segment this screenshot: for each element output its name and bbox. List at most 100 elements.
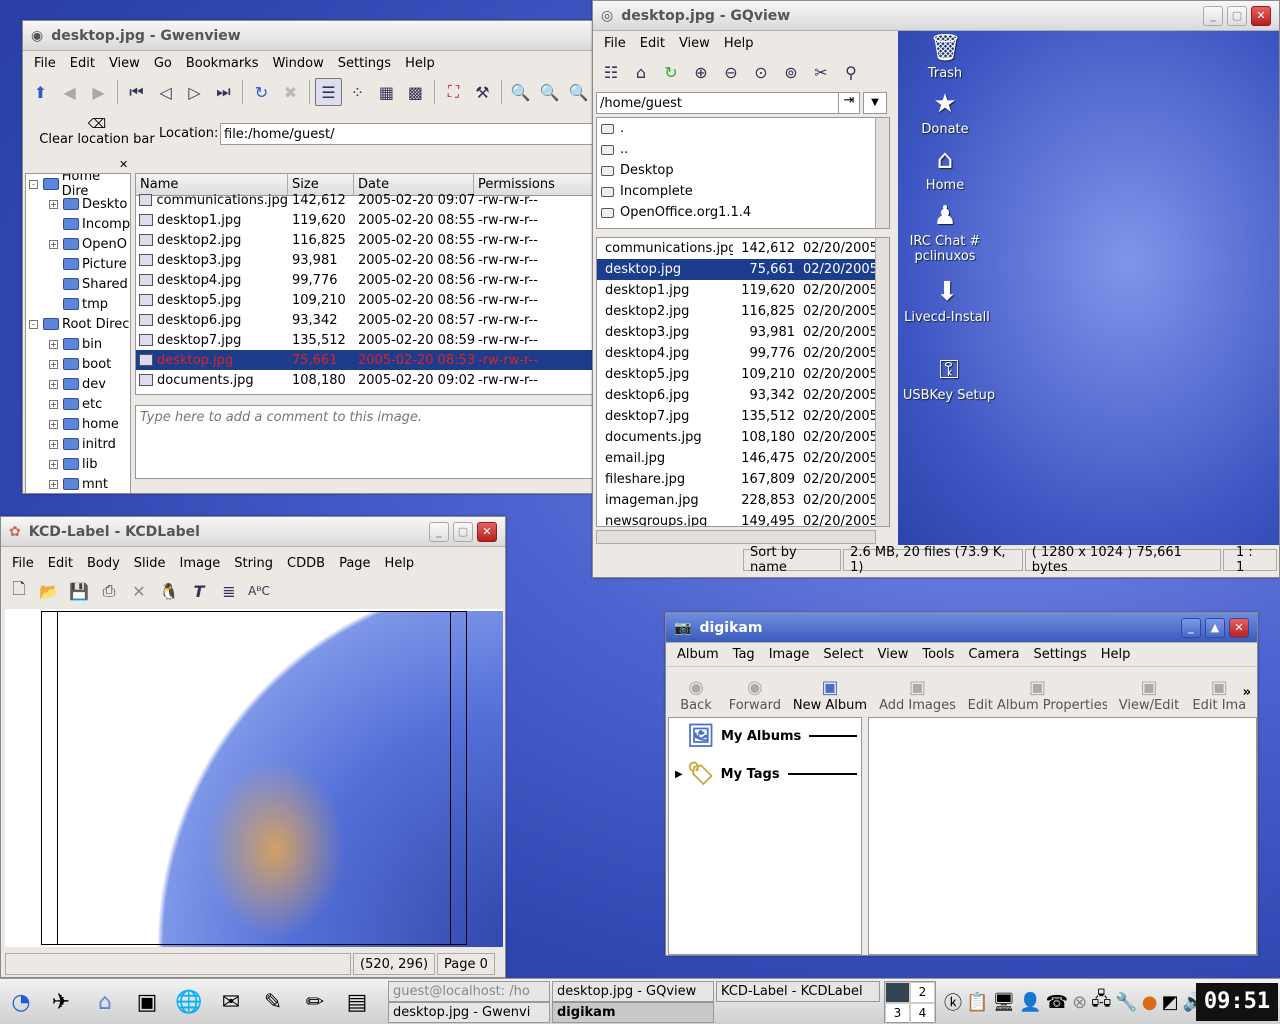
list-item[interactable]: communications.jpg 142,612 02/20/2005 xyxy=(597,238,875,259)
last-image-icon[interactable]: ⏭ xyxy=(210,78,237,106)
desktop-icon-trash[interactable]: 🗑 Trash xyxy=(895,32,995,81)
print-icon[interactable]: ⎙ xyxy=(95,577,123,605)
terminal-icon[interactable]: ▣ xyxy=(130,985,164,1019)
menu-body[interactable]: Body xyxy=(80,556,127,571)
desktop-pager-item[interactable]: 2 xyxy=(910,982,935,1003)
menu-view[interactable]: View xyxy=(102,56,147,71)
list-item[interactable]: desktop.jpg 75,661 02/20/2005 xyxy=(597,259,875,280)
thumbnails-icon[interactable]: ☷ xyxy=(597,58,625,86)
table-row[interactable]: desktop2.jpg 116,825 2005-02-20 08:55 -rw-r… xyxy=(136,230,596,250)
linux-icon[interactable]: 🐧 xyxy=(155,577,183,605)
directory-item[interactable]: Desktop xyxy=(601,160,889,181)
tray-close-icon[interactable]: ⊗ xyxy=(1072,992,1087,1013)
close-button[interactable]: ✕ xyxy=(477,521,497,542)
config-icon[interactable]: ✂ xyxy=(807,58,835,86)
menu-file[interactable]: File xyxy=(27,56,63,71)
first-image-icon[interactable]: ⏮ xyxy=(123,78,150,106)
list-item[interactable]: desktop7.jpg 135,512 02/20/2005 xyxy=(597,406,875,427)
menu-tag[interactable]: Tag xyxy=(726,647,762,662)
forward-icon[interactable]: ▶ xyxy=(85,78,112,106)
path-go-button[interactable]: ⇥ xyxy=(838,92,860,114)
path-input[interactable] xyxy=(596,92,840,114)
table-row[interactable]: documents.jpg 108,180 2005-02-20 09:02 -rw-… xyxy=(136,370,596,390)
desktop-pager-item[interactable]: 1 xyxy=(885,982,910,1003)
save-file-icon[interactable]: 💾 xyxy=(65,577,93,605)
directory-item[interactable]: .. xyxy=(601,139,889,160)
stop-icon[interactable]: ✖ xyxy=(277,78,304,106)
menu-file[interactable]: File xyxy=(5,556,41,571)
tree-panel-close-icon[interactable]: ✕ xyxy=(119,158,128,171)
menu-file[interactable]: File xyxy=(597,36,633,51)
expand-toggle-icon[interactable]: + xyxy=(49,439,58,449)
tree-item[interactable]: + bin xyxy=(29,334,130,354)
thumbnail-large-icon[interactable]: ▩ xyxy=(402,78,429,106)
task-button[interactable]: guest@localhost: /ho xyxy=(388,981,550,1002)
sort-button[interactable]: Sort by name xyxy=(743,545,842,575)
table-row[interactable]: desktop3.jpg 93,981 2005-02-20 08:56 -rw-rw… xyxy=(136,250,596,270)
toolbar-button-view-edit[interactable]: ▣ View/Edit xyxy=(1117,677,1180,713)
expand-toggle-icon[interactable]: + xyxy=(49,199,58,209)
zoom-out-icon[interactable]: ⊖ xyxy=(717,58,745,86)
tree-item[interactable]: - Root Direc xyxy=(29,314,130,334)
album-item-my-albums[interactable]: 🖼 My Albums xyxy=(669,718,861,754)
zoom-in-icon[interactable]: ⊕ xyxy=(687,58,715,86)
desktop-pager-item[interactable]: 4 xyxy=(910,1003,935,1024)
menu-camera[interactable]: Camera xyxy=(961,647,1026,662)
list-item[interactable]: desktop4.jpg 99,776 02/20/2005 xyxy=(597,343,875,364)
location-input[interactable] xyxy=(220,123,596,145)
expand-toggle-icon[interactable]: + xyxy=(49,419,58,429)
expand-toggle-icon[interactable]: + xyxy=(49,339,58,349)
menu-bookmarks[interactable]: Bookmarks xyxy=(179,56,266,71)
detail-view-icon[interactable]: ☰ xyxy=(314,78,342,106)
list-item[interactable]: fileshare.jpg 167,809 02/20/2005 xyxy=(597,469,875,490)
table-row[interactable]: desktop5.jpg 109,210 2005-02-20 08:56 -rw-r… xyxy=(136,290,596,310)
directory-item[interactable]: Incomplete xyxy=(601,181,889,202)
album-item-my-tags[interactable]: ▶ 🏷 My Tags xyxy=(669,754,861,794)
gwenview-titlebar[interactable]: ◉ desktop.jpg - Gwenview xyxy=(23,21,596,51)
home-icon[interactable]: ⌂ xyxy=(88,985,122,1019)
more-tools-icon[interactable]: » xyxy=(1243,685,1251,700)
menu-help[interactable]: Help xyxy=(398,56,442,71)
menu-view[interactable]: View xyxy=(871,647,916,662)
desktop-pager-item[interactable]: 3 xyxy=(885,1003,910,1024)
path-history-dropdown[interactable]: ▼ xyxy=(863,92,887,114)
launcher-icon[interactable]: ✈ xyxy=(44,985,78,1019)
align-icon[interactable]: ≣ xyxy=(215,577,243,605)
task-button[interactable]: desktop.jpg - Gwenvi xyxy=(388,1002,550,1023)
list-item[interactable]: desktop5.jpg 109,210 02/20/2005 xyxy=(597,364,875,385)
desktop-icon-donate[interactable]: ★ Donate xyxy=(895,88,995,137)
menu-tools[interactable]: Tools xyxy=(915,647,961,662)
menu-cddb[interactable]: CDDB xyxy=(280,556,332,571)
tools-icon[interactable]: ⚒ xyxy=(469,78,496,106)
fullscreen-icon[interactable]: ⛶ xyxy=(440,78,467,106)
expand-toggle-icon[interactable]: + xyxy=(49,399,58,409)
refresh-icon[interactable]: ↻ xyxy=(248,78,275,106)
gqview-titlebar[interactable]: ◎ desktop.jpg - GQview _ ▢ ✕ xyxy=(593,1,1279,31)
tree-item[interactable]: + boot xyxy=(29,354,130,374)
tree-item[interactable]: + dev xyxy=(29,374,130,394)
zoom-in-icon[interactable]: 🔍 xyxy=(507,78,534,106)
tree-item[interactable]: Shared xyxy=(29,274,130,294)
new-file-icon[interactable]: 🗋 xyxy=(5,577,33,605)
menu-album[interactable]: Album xyxy=(670,647,726,662)
zoom-fit-icon[interactable]: 🔍 xyxy=(565,78,592,106)
tray-cube-icon[interactable]: ◩ xyxy=(1161,992,1178,1013)
list-item[interactable]: desktop3.jpg 93,981 02/20/2005 xyxy=(597,322,875,343)
maximize-button[interactable]: ▲ xyxy=(1205,617,1225,638)
clock[interactable]: 09:51 xyxy=(1196,983,1278,1021)
next-image-icon[interactable]: ▷ xyxy=(181,78,208,106)
zoom-fit-icon[interactable]: ⊚ xyxy=(777,58,805,86)
kcd-titlebar[interactable]: ✿ KCD-Label - KCDLabel _ ▢ ✕ xyxy=(1,517,505,547)
menu-edit[interactable]: Edit xyxy=(633,36,672,51)
table-row[interactable]: desktop1.jpg 119,620 2005-02-20 08:55 -rw-r… xyxy=(136,210,596,230)
tree-item[interactable]: + lib xyxy=(29,454,130,474)
label-canvas[interactable] xyxy=(5,609,503,947)
expand-arrow-icon[interactable]: ▶ xyxy=(675,769,683,780)
tray-firefox-icon[interactable]: ● xyxy=(1142,992,1158,1013)
tray-monitor-icon[interactable]: 🖥 xyxy=(992,992,1015,1013)
desktop-icon-usbkey[interactable]: ⚿ USBKey Setup xyxy=(899,354,999,403)
tree-item[interactable]: Picture xyxy=(29,254,130,274)
tree-item[interactable]: + OpenO xyxy=(29,234,130,254)
writer-icon[interactable]: ✎ xyxy=(256,985,290,1019)
minimize-button[interactable]: _ xyxy=(1203,5,1223,26)
